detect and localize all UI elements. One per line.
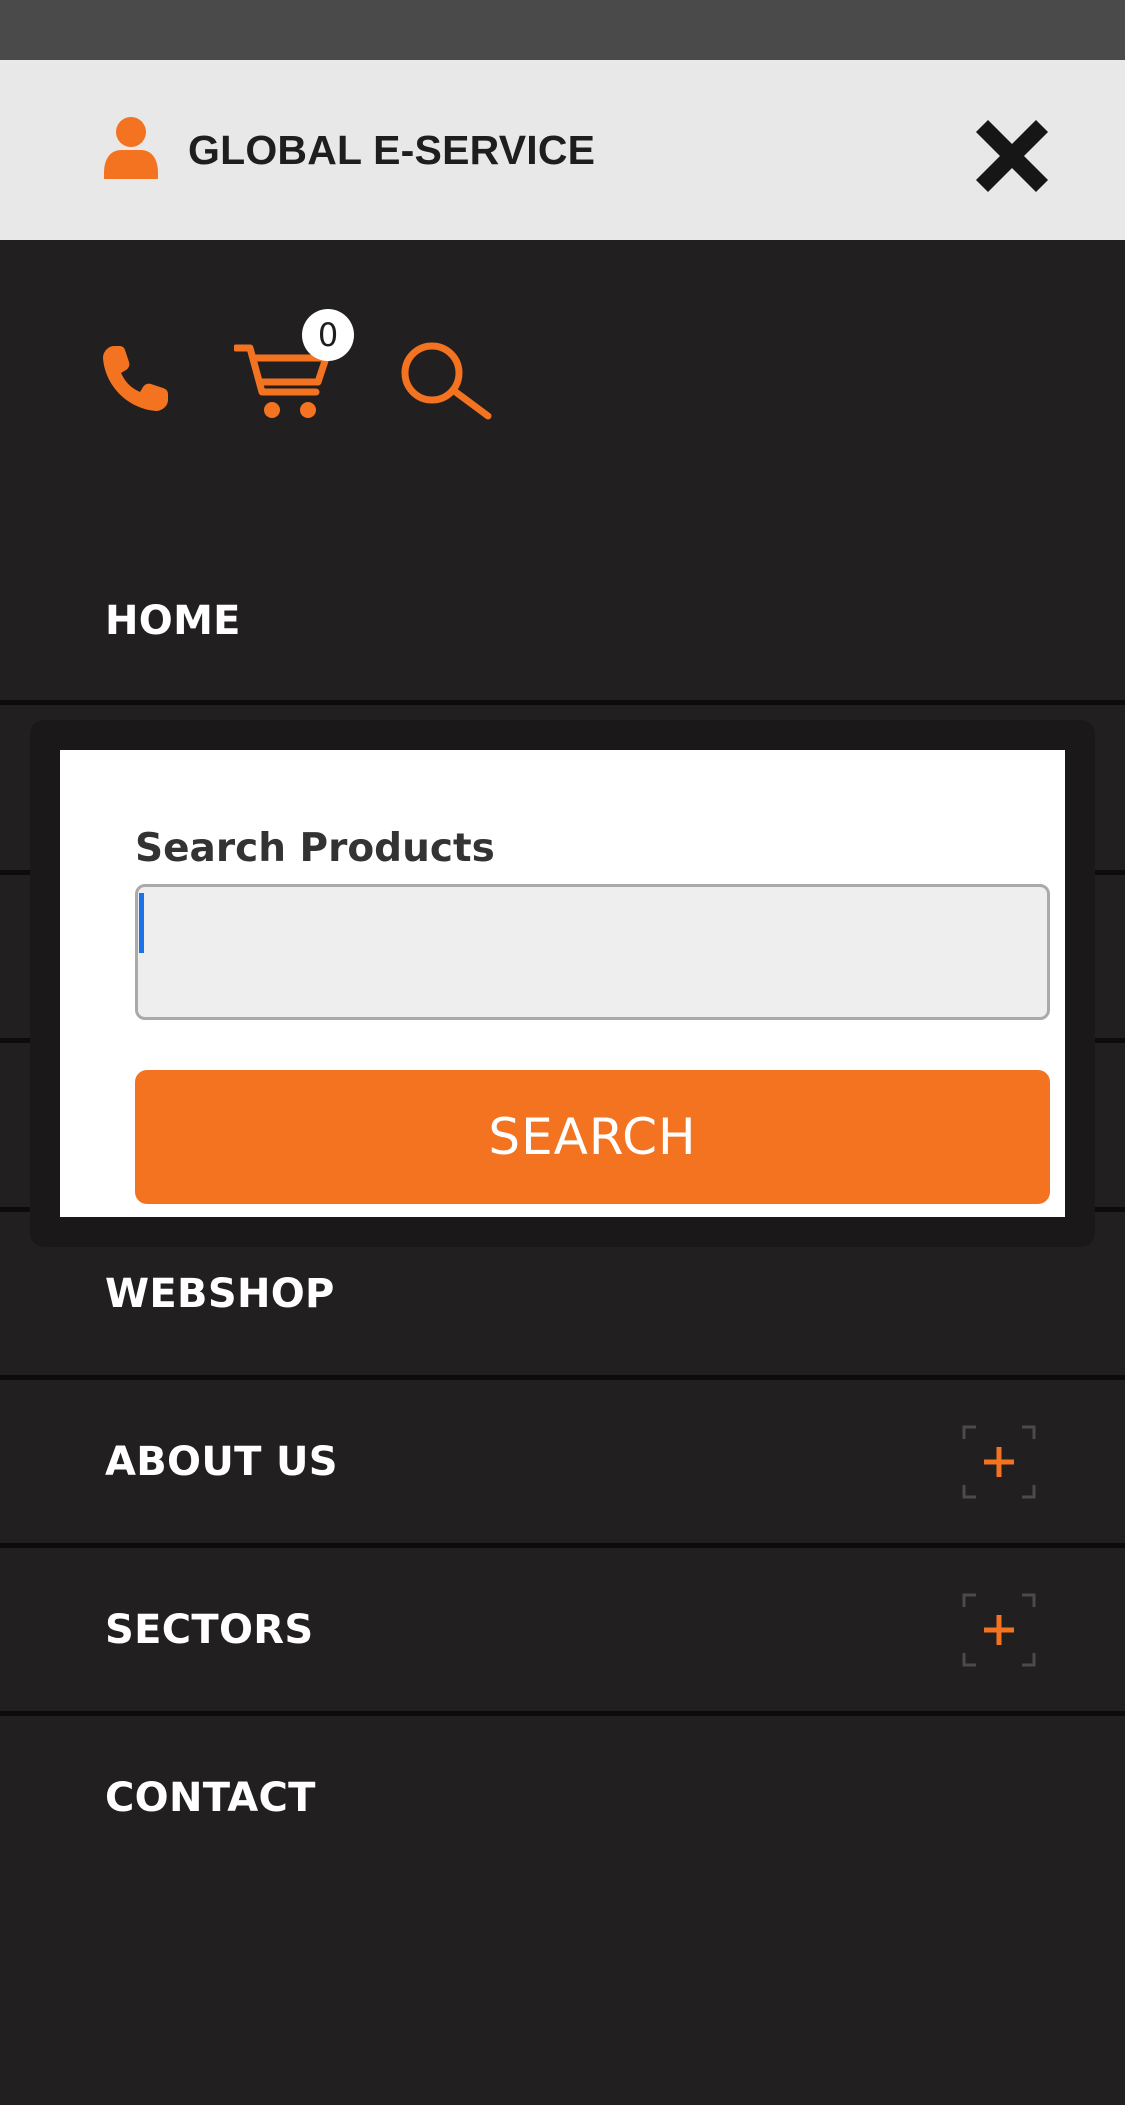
- nav-item-sectors[interactable]: SECTORS: [0, 1548, 1125, 1716]
- nav-item-label: ABOUT US: [105, 1438, 338, 1485]
- account-title[interactable]: GLOBAL E-SERVICE: [188, 122, 595, 178]
- nav-item-label: WEBSHOP: [105, 1270, 335, 1317]
- phone-icon[interactable]: [102, 344, 168, 412]
- close-icon[interactable]: [968, 112, 1056, 200]
- search-label: Search Products: [135, 826, 495, 871]
- cart-count-badge: 0: [302, 309, 354, 361]
- nav-item-label: HOME: [105, 597, 241, 644]
- search-input[interactable]: [135, 884, 1050, 1020]
- plus-icon[interactable]: [962, 1425, 1036, 1499]
- nav-item-label: CONTACT: [105, 1775, 316, 1821]
- plus-icon[interactable]: [962, 1593, 1036, 1667]
- nav-item-label: SECTORS: [105, 1606, 314, 1653]
- nav-item-contact[interactable]: CONTACT: [0, 1716, 1125, 1880]
- user-icon[interactable]: [104, 117, 158, 179]
- nav-item-about-us[interactable]: ABOUT US: [0, 1380, 1125, 1548]
- status-bar: [0, 0, 1125, 60]
- nav-item-home[interactable]: HOME: [0, 541, 1125, 705]
- search-popup: Search Products SEARCH: [30, 720, 1095, 1247]
- search-panel: Search Products SEARCH: [60, 750, 1065, 1217]
- text-caret: [139, 893, 144, 953]
- search-icon[interactable]: [398, 340, 492, 420]
- search-button[interactable]: SEARCH: [135, 1070, 1050, 1204]
